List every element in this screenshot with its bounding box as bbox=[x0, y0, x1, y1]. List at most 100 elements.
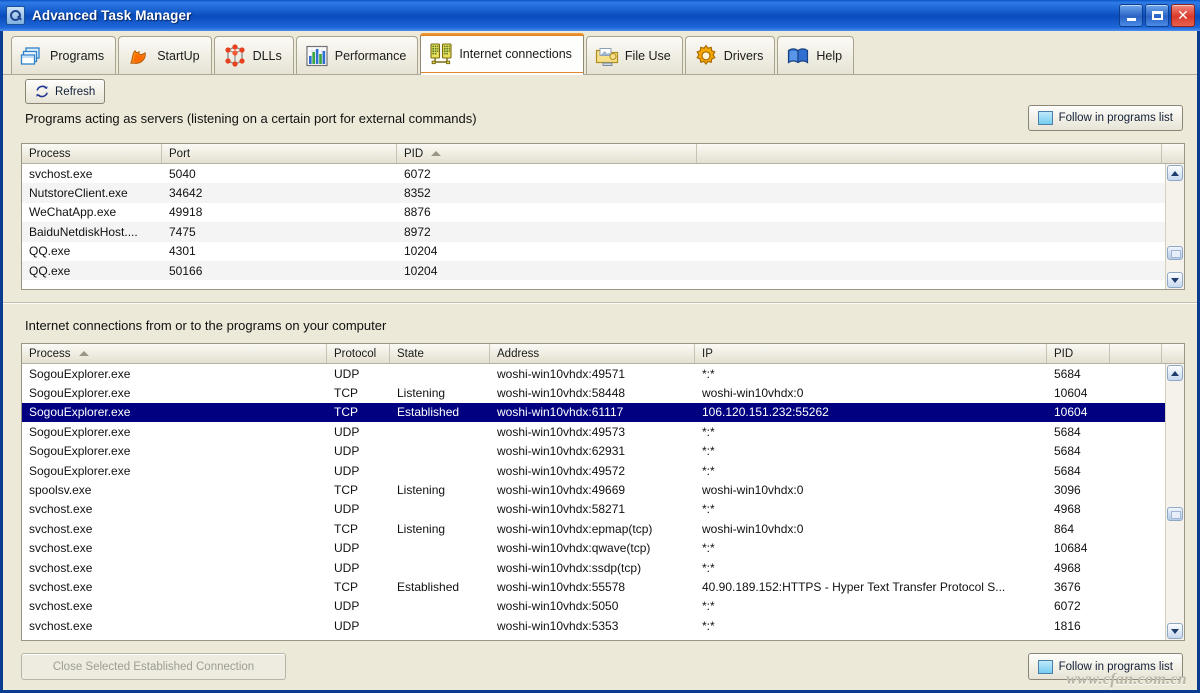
refresh-button[interactable]: Refresh bbox=[25, 79, 106, 104]
servers-column-header-pid[interactable]: PID bbox=[397, 144, 697, 163]
table-row[interactable]: SogouExplorer.exe TCP Established woshi-win… bbox=[22, 402, 1166, 423]
table-row[interactable]: SogouExplorer.exe UDP woshi-win10vhdx:4957… bbox=[22, 461, 1166, 480]
scrollbar-thumb[interactable] bbox=[1167, 506, 1183, 521]
connections-column-header-process[interactable]: Process bbox=[22, 344, 327, 363]
cell-process: svchost.exe bbox=[29, 541, 93, 556]
programs-icon bbox=[20, 44, 44, 68]
tab-startup[interactable]: StartUp bbox=[118, 36, 212, 74]
column-header-label: Address bbox=[497, 347, 540, 360]
column-header-label: Port bbox=[169, 147, 191, 160]
connections-column-header-protocol[interactable]: Protocol bbox=[327, 344, 390, 363]
table-row[interactable]: svchost.exe UDP woshi-win10vhdx:5050 *:* 607… bbox=[22, 597, 1166, 616]
cell-ip: woshi-win10vhdx:0 bbox=[702, 521, 804, 536]
tab-drivers[interactable]: Drivers bbox=[684, 36, 776, 74]
table-row[interactable]: svchost.exe UDP woshi-win10vhdx:ssdp(tcp) *… bbox=[22, 558, 1166, 577]
servers-column-header-process[interactable]: Process bbox=[22, 144, 162, 163]
table-row[interactable]: svchost.exe UDP woshi-win10vhdx:qwave(tcp)… bbox=[22, 539, 1166, 558]
connections-scrollbar[interactable] bbox=[1165, 364, 1184, 640]
table-row[interactable]: svchost.exe UDP woshi-win10vhdx:58271 *:* 49… bbox=[22, 500, 1166, 519]
gear-icon bbox=[694, 44, 718, 68]
follow-in-programs-list-button-top[interactable]: Follow in programs list bbox=[1027, 105, 1183, 131]
table-row[interactable]: svchost.exe TCP Listening woshi-win10vhdx:e… bbox=[22, 519, 1166, 538]
cell-ip: *:* bbox=[702, 618, 715, 633]
connections-column-header-address[interactable]: Address bbox=[490, 344, 695, 363]
close-selected-connection-button[interactable]: Close Selected Established Connection bbox=[21, 653, 286, 680]
minimize-button[interactable] bbox=[1119, 4, 1143, 27]
cell-address: woshi-win10vhdx:61117 bbox=[497, 405, 624, 420]
servers-list[interactable]: Process Port PID svchost.exe 5040 6072 Nutsto… bbox=[21, 143, 1185, 290]
table-row[interactable]: SogouExplorer.exe UDP woshi-win10vhdx:6293… bbox=[22, 442, 1166, 461]
cell-ip: 40.90.189.152:HTTPS - Hyper Text Transfe… bbox=[702, 579, 1006, 594]
scroll-down-button[interactable] bbox=[1167, 623, 1183, 639]
scroll-down-button[interactable] bbox=[1167, 272, 1183, 288]
table-row[interactable]: svchost.exe 5040 6072 bbox=[22, 164, 1166, 183]
servers-column-header-port[interactable]: Port bbox=[162, 144, 397, 163]
toolbar-row: Refresh bbox=[3, 75, 1197, 107]
scroll-up-button[interactable] bbox=[1167, 365, 1183, 381]
table-row[interactable]: WeChatApp.exe 49918 8876 bbox=[22, 203, 1166, 222]
cell-address: woshi-win10vhdx:epmap(tcp) bbox=[497, 521, 653, 536]
servers-list-header[interactable]: Process Port PID bbox=[22, 144, 1184, 164]
tab-file-use[interactable]: File Use bbox=[585, 36, 683, 74]
tab-programs[interactable]: Programs bbox=[11, 36, 117, 74]
scrollbar-thumb[interactable] bbox=[1167, 246, 1183, 261]
maximize-button[interactable] bbox=[1145, 4, 1169, 27]
window-square-icon bbox=[1037, 111, 1053, 125]
connections-column-header-ip[interactable]: IP bbox=[695, 344, 1047, 363]
refresh-icon bbox=[35, 85, 49, 98]
scroll-up-button[interactable] bbox=[1167, 165, 1183, 181]
tab-dlls[interactable]: DLLs bbox=[213, 36, 294, 74]
cell-ip: *:* bbox=[702, 463, 715, 478]
cell-state: Listening bbox=[397, 521, 446, 536]
cell-protocol: UDP bbox=[334, 424, 360, 439]
window-square-icon bbox=[1037, 659, 1053, 674]
tab-strip: Programs StartUp DLLs Performance Internet c… bbox=[3, 31, 1197, 75]
table-row[interactable]: QQ.exe 50166 10204 bbox=[22, 260, 1166, 281]
cell-pid: 5684 bbox=[1054, 424, 1081, 439]
cell-port: 7475 bbox=[169, 224, 196, 239]
cell-pid: 10204 bbox=[404, 263, 438, 278]
table-row[interactable]: NutstoreClient.exe 34642 8352 bbox=[22, 183, 1166, 203]
table-row[interactable]: svchost.exe UDP woshi-win10vhdx:5353 *:* 181… bbox=[22, 616, 1166, 635]
cell-pid: 1816 bbox=[1054, 618, 1081, 633]
close-button[interactable]: ✕ bbox=[1171, 4, 1195, 27]
cell-address: woshi-win10vhdx:ssdp(tcp) bbox=[497, 560, 642, 575]
table-row[interactable]: svchost.exe TCP Established woshi-win10vhdx… bbox=[22, 577, 1166, 596]
servers-column-header-pad[interactable] bbox=[697, 144, 1162, 163]
tab-help[interactable]: Help bbox=[777, 36, 855, 74]
cell-pid: 8876 bbox=[404, 205, 431, 220]
maximize-icon bbox=[1151, 11, 1163, 20]
tab-performance[interactable]: Performance bbox=[295, 36, 419, 74]
cell-address: woshi-win10vhdx:qwave(tcp) bbox=[497, 541, 651, 556]
cell-protocol: TCP bbox=[334, 483, 358, 498]
connections-column-header-pad[interactable] bbox=[1110, 344, 1162, 363]
servers-scrollbar[interactable] bbox=[1165, 164, 1184, 289]
cell-pid: 8352 bbox=[404, 186, 431, 201]
cell-process: SogouExplorer.exe bbox=[29, 463, 131, 478]
chevron-down-icon bbox=[1171, 628, 1179, 634]
connections-list-header[interactable]: Process Protocol State Address IP PID bbox=[22, 344, 1184, 364]
connections-column-header-pid[interactable]: PID bbox=[1047, 344, 1110, 363]
table-row[interactable]: SogouExplorer.exe TCP Listening woshi-win10… bbox=[22, 383, 1166, 402]
table-row[interactable]: SogouExplorer.exe UDP woshi-win10vhdx:4957… bbox=[22, 422, 1166, 441]
connections-list[interactable]: Process Protocol State Address IP PID SogouEx… bbox=[21, 343, 1185, 641]
table-row[interactable]: spoolsv.exe TCP Listening woshi-win10vhdx:4… bbox=[22, 480, 1166, 499]
table-row[interactable]: BaiduNetdiskHost.... 7475 8972 bbox=[22, 222, 1166, 242]
connections-column-header-state[interactable]: State bbox=[390, 344, 490, 363]
tab-label: DLLs bbox=[252, 48, 282, 63]
cell-protocol: UDP bbox=[334, 560, 360, 575]
cell-protocol: UDP bbox=[334, 618, 360, 633]
app-window: Advanced Task Manager ✕ Programs StartUp D… bbox=[0, 0, 1200, 693]
cell-process: SogouExplorer.exe bbox=[29, 386, 131, 401]
table-row[interactable]: QQ.exe 4301 10204 bbox=[22, 242, 1166, 261]
table-row[interactable]: SogouExplorer.exe UDP woshi-win10vhdx:4957… bbox=[22, 364, 1166, 383]
tab-label: File Use bbox=[624, 48, 671, 63]
tab-internet-connections[interactable]: Internet connections bbox=[420, 33, 584, 75]
cell-pid: 8972 bbox=[404, 224, 431, 239]
cell-process: WeChatApp.exe bbox=[29, 205, 117, 220]
follow-in-programs-list-button-bottom[interactable]: Follow in programs list bbox=[1027, 653, 1183, 680]
connections-list-body[interactable]: SogouExplorer.exe UDP woshi-win10vhdx:4957… bbox=[22, 364, 1166, 640]
folder-icon bbox=[595, 44, 619, 68]
servers-list-body[interactable]: svchost.exe 5040 6072 NutstoreClient.exe 346… bbox=[22, 164, 1166, 289]
column-header-label: State bbox=[397, 347, 424, 360]
